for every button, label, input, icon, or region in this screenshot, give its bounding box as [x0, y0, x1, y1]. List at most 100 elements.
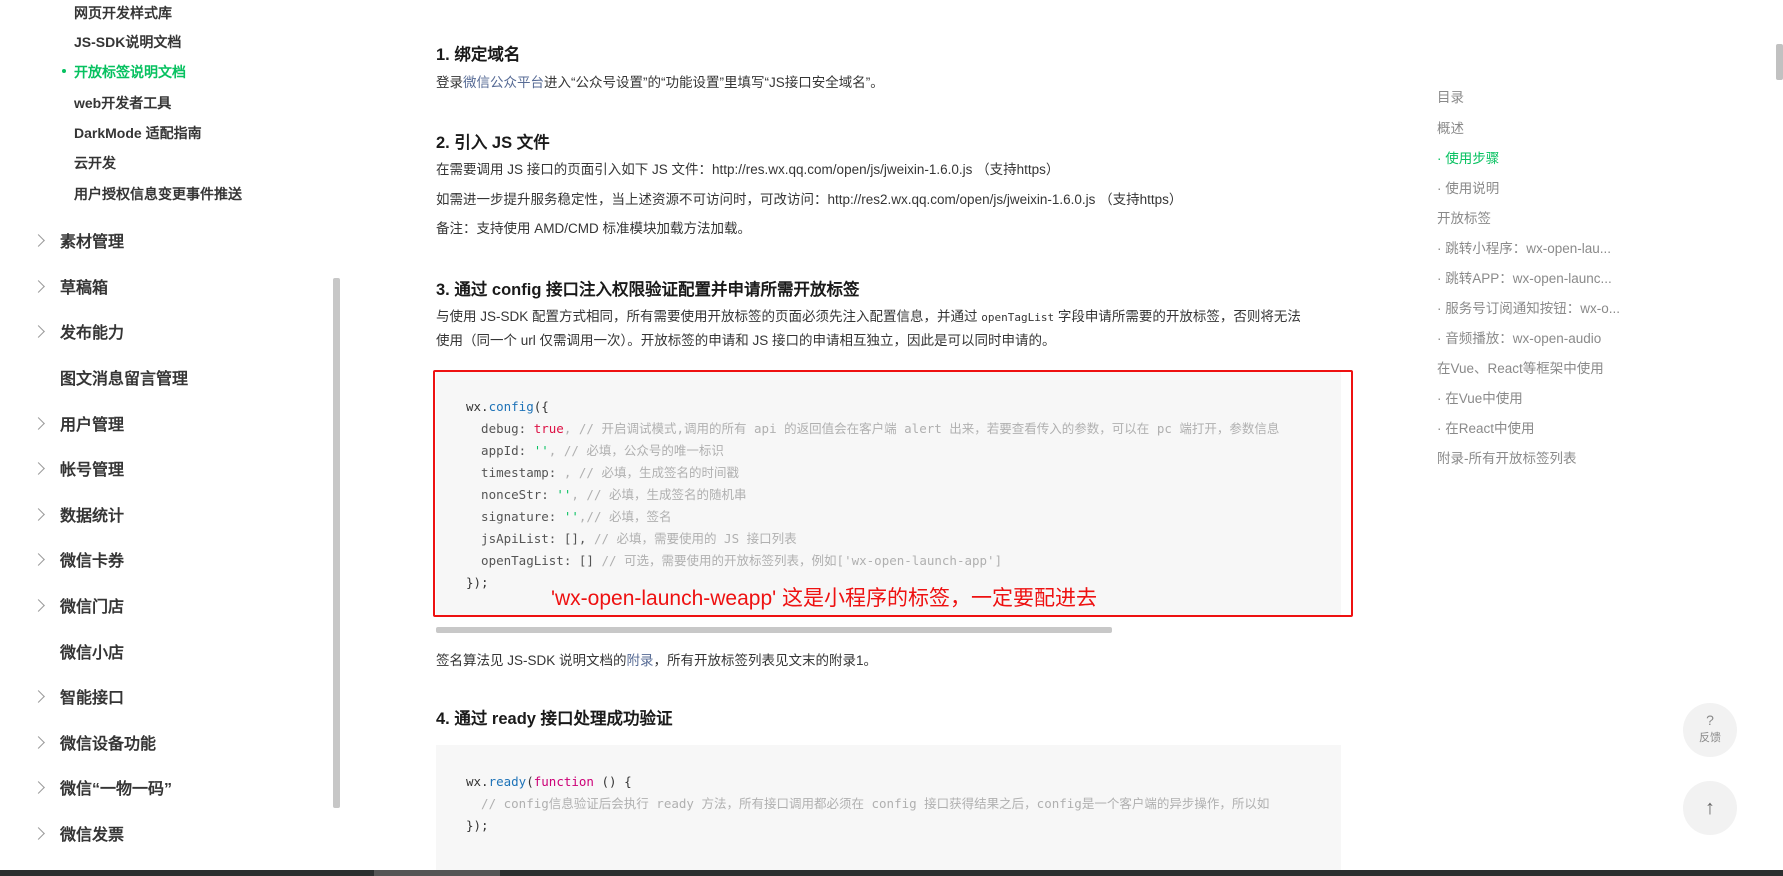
sidebar: 网页开发样式库 JS-SDK说明文档 开放标签说明文档 web开发者工具 Dar… [0, 0, 341, 876]
sidebar-item-label: 数据统计 [60, 508, 125, 525]
code-token: // 可选，需要使用的开放标签列表，例如['wx-open-launch-app… [601, 553, 1003, 568]
section-text-bind-domain: 登录微信公众平台进入“公众号设置”的“功能设置”里填写“JS接口安全域名”。 [436, 72, 884, 94]
section-title-ready: 4. 通过 ready 接口处理成功验证 [436, 710, 673, 728]
code-line: wx.ready(function () { [466, 771, 632, 793]
sidebar-scrollbar[interactable] [333, 278, 340, 808]
code-line: jsApiList: [], // 必填，需要使用的 JS 接口列表 [466, 528, 797, 550]
sidebar-sub-item-darkmode[interactable]: DarkMode 适配指南 [74, 123, 202, 143]
toc-item-vue[interactable]: · 在Vue中使用 [1437, 387, 1647, 407]
chevron-right-icon [32, 233, 45, 247]
question-icon: ? [1706, 712, 1714, 728]
section-title-config: 3. 通过 config 接口注入权限验证配置并申请所需开放标签 [436, 281, 860, 299]
code-token: wx. [466, 399, 489, 414]
sidebar-item-label: 用户管理 [60, 417, 125, 434]
toc-item-launch-weapp[interactable]: · 跳转小程序：wx-open-lau... [1437, 237, 1647, 257]
text-fragment: 字段申请所需要的开放标签，否则将无法 [1054, 309, 1301, 324]
sidebar-item-invoice[interactable]: 微信发票 [0, 811, 330, 855]
code-token: () { [593, 774, 632, 789]
sidebar-item-drafts[interactable]: 草稿箱 [0, 264, 330, 308]
wechat-platform-link[interactable]: 微信公众平台 [463, 75, 544, 90]
chevron-right-icon [32, 735, 45, 749]
section-title-bind-domain: 1. 绑定域名 [436, 46, 521, 64]
toc-item-notes[interactable]: · 使用说明 [1437, 177, 1647, 197]
code-token: ({ [533, 399, 549, 414]
sidebar-item-cards[interactable]: 微信卡券 [0, 537, 330, 581]
toc-item-subscribe[interactable]: · 服务号订阅通知按钮：wx-o... [1437, 297, 1647, 317]
appendix-link[interactable]: 附录 [627, 653, 654, 668]
code-token: , // 必填，公众号的唯一标识 [548, 443, 724, 458]
sidebar-item-label: 微信小店 [60, 645, 125, 662]
code-token: appId: [466, 443, 534, 458]
code-token: nonceStr: [466, 487, 557, 502]
sidebar-item-label: 发布能力 [60, 325, 125, 342]
toc-item-launch-app[interactable]: · 跳转APP：wx-open-launc... [1437, 267, 1647, 287]
sidebar-item-shop[interactable]: 微信小店 [0, 629, 330, 673]
section-text-import-js-3: 备注：支持使用 AMD/CMD 标准模块加载方法加载。 [436, 221, 751, 236]
sidebar-item-comments[interactable]: 图文消息留言管理 [0, 355, 330, 399]
sidebar-sub-item-cloud-dev[interactable]: 云开发 [74, 153, 116, 173]
text-fragment: 签名算法见 JS-SDK 说明文档的 [436, 653, 627, 668]
inline-code: openTagList [981, 311, 1055, 324]
doc-content: 1. 绑定域名 登录微信公众平台进入“公众号设置”的“功能设置”里填写“JS接口… [436, 0, 1341, 876]
sidebar-item-label: 智能接口 [60, 690, 125, 707]
bottom-scrollbar-track [0, 870, 1783, 876]
code-block-config: wx.config({ debug: true, // 开启调试模式,调用的所有… [436, 370, 1341, 617]
code-token: jsApiList: [], [466, 531, 594, 546]
sidebar-item-materials[interactable]: 素材管理 [0, 218, 330, 262]
sidebar-item-users[interactable]: 用户管理 [0, 401, 330, 445]
code-line: }); [466, 818, 489, 833]
chevron-right-icon [32, 416, 45, 430]
code-token: wx. [466, 774, 489, 789]
sidebar-item-stats[interactable]: 数据统计 [0, 492, 330, 536]
sidebar-item-smart-api[interactable]: 智能接口 [0, 674, 330, 718]
toc-item-audio[interactable]: · 音频播放：wx-open-audio [1437, 327, 1647, 347]
section-text-config-1: 与使用 JS-SDK 配置方式相同，所有需要使用开放标签的页面必须先注入配置信息… [436, 306, 1301, 329]
sidebar-sub-item-web-devtools[interactable]: web开发者工具 [74, 93, 171, 113]
chevron-right-icon [32, 598, 45, 612]
sidebar-sub-item-auth-push[interactable]: 用户授权信息变更事件推送 [74, 184, 242, 204]
sidebar-item-one-code[interactable]: 微信“一物一码” [0, 765, 330, 809]
toc-item-react[interactable]: · 在React中使用 [1437, 417, 1647, 437]
section-text-config-2: 使用（同一个 url 仅需调用一次）。开放标签的申请和 JS 接口的申请相互独立… [436, 333, 1056, 348]
chevron-right-icon [32, 826, 45, 840]
sidebar-sub-item-jssdk-doc[interactable]: JS-SDK说明文档 [74, 32, 181, 52]
code-line: signature: '',// 必填，签名 [466, 506, 672, 528]
text-fragment: 与使用 JS-SDK 配置方式相同，所有需要使用开放标签的页面必须先注入配置信息… [436, 309, 982, 324]
code-token: config [488, 399, 534, 414]
sidebar-item-label: 微信“一物一码” [60, 781, 173, 798]
code-token: , // 必填，生成签名的随机串 [571, 487, 747, 502]
sidebar-item-stores[interactable]: 微信门店 [0, 583, 330, 627]
chevron-right-icon [32, 552, 45, 566]
feedback-button[interactable]: ? 反馈 [1683, 703, 1737, 757]
code-token: , // 开启调试模式,调用的所有 api 的返回值会在客户端 alert 出来… [563, 421, 1280, 436]
sidebar-sub-item-open-tag-doc[interactable]: 开放标签说明文档 [74, 62, 186, 82]
sidebar-item-publish[interactable]: 发布能力 [0, 309, 330, 353]
code-token: // config信息验证后会执行 ready 方法，所有接口调用都必须在 co… [466, 796, 1270, 811]
code-horizontal-scrollbar[interactable] [436, 627, 1112, 633]
code-line: timestamp: , // 必填，生成签名的时间戳 [466, 462, 739, 484]
code-token: // 必填，需要使用的 JS 接口列表 [593, 531, 797, 546]
chevron-right-icon [32, 689, 45, 703]
toc-item-appendix[interactable]: 附录-所有开放标签列表 [1437, 447, 1647, 467]
toc-item-open-tags[interactable]: 开放标签 [1437, 207, 1647, 227]
sidebar-item-devices[interactable]: 微信设备功能 [0, 720, 330, 764]
text-fragment: ，所有开放标签列表见文末的附录1。 [653, 653, 878, 668]
toc-item-overview[interactable]: 概述 [1437, 117, 1647, 137]
code-token: '' [556, 487, 572, 502]
code-token: true [533, 421, 564, 436]
chevron-right-icon [32, 780, 45, 794]
code-token: ,// 必填，签名 [578, 509, 672, 524]
back-to-top-button[interactable]: ↑ [1683, 781, 1737, 835]
text-fragment: 进入“公众号设置”的“功能设置”里填写“JS接口安全域名”。 [544, 75, 884, 90]
chevron-right-icon [32, 324, 45, 338]
toc-item-frameworks[interactable]: 在Vue、React等框架中使用 [1437, 357, 1647, 377]
toc-item-steps[interactable]: · 使用步骤 [1437, 147, 1647, 167]
sidebar-sub-item-style-library[interactable]: 网页开发样式库 [74, 3, 172, 23]
code-token: '' [563, 509, 579, 524]
bottom-scrollbar-thumb[interactable] [374, 870, 500, 876]
page-scrollbar[interactable] [1776, 44, 1783, 80]
code-block-ready: wx.ready(function () { // config信息验证后会执行… [436, 745, 1341, 870]
sidebar-item-account[interactable]: 帐号管理 [0, 446, 330, 490]
text-fragment: 登录 [436, 75, 463, 90]
sidebar-item-label: 微信设备功能 [60, 736, 157, 753]
